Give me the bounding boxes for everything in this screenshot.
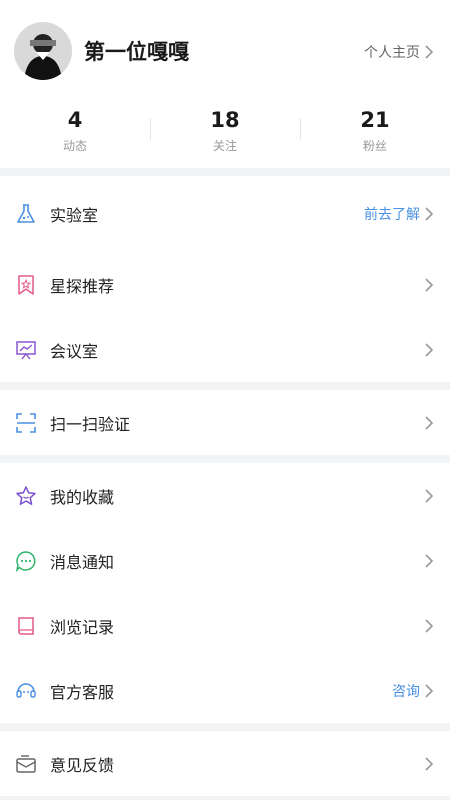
- menu-item-history[interactable]: 浏览记录: [0, 593, 450, 658]
- menu-item-customer-service[interactable]: 官方客服 咨询: [0, 658, 450, 723]
- stat-following[interactable]: 18 关注: [150, 108, 300, 156]
- menu-item-star-scout-label: 星探推荐: [50, 276, 115, 296]
- menu-item-messages[interactable]: 消息通知: [0, 528, 450, 593]
- menu-item-history-label: 浏览记录: [50, 617, 115, 637]
- menu-item-favorites[interactable]: 我的收藏: [0, 463, 450, 528]
- stat-posts-value: 4: [67, 108, 83, 132]
- stats-bar: 4 动态 18 关注 21 粉丝: [0, 108, 450, 156]
- stat-following-value: 18: [210, 108, 240, 132]
- book-icon: [14, 614, 38, 638]
- chevron-right-icon: [425, 553, 434, 568]
- profile-header: 第一位嘎嘎 个人主页 4 动态 18 关注 21 粉丝: [0, 0, 450, 168]
- username: 第一位嘎嘎: [84, 40, 189, 64]
- menu-item-scan-verify[interactable]: 扫一扫验证: [0, 390, 450, 455]
- star-bookmark-icon: [14, 273, 38, 297]
- chevron-right-icon: [425, 488, 434, 503]
- stat-following-label: 关注: [212, 139, 237, 153]
- menu-item-customer-service-label: 官方客服: [50, 682, 115, 702]
- stat-followers[interactable]: 21 粉丝: [300, 108, 450, 156]
- menu-item-favorites-label: 我的收藏: [50, 487, 115, 507]
- menu-group-scan: 扫一扫验证: [0, 390, 450, 455]
- flask-icon: [14, 202, 38, 226]
- stat-posts[interactable]: 4 动态: [0, 108, 150, 156]
- headset-icon: [14, 679, 38, 703]
- chevron-right-icon: [425, 277, 434, 292]
- star-icon: [14, 484, 38, 508]
- feedback-mail-icon: [14, 752, 38, 776]
- chat-bubble-icon: [14, 549, 38, 573]
- chevron-right-icon: [425, 415, 434, 430]
- personal-homepage-label: 个人主页: [364, 45, 420, 61]
- chevron-right-icon: [425, 45, 434, 59]
- consult-link[interactable]: 咨询: [392, 681, 420, 701]
- menu-item-feedback[interactable]: 意见反馈: [0, 731, 450, 796]
- menu-item-meeting-room[interactable]: 会议室: [0, 317, 450, 382]
- scan-icon: [14, 411, 38, 435]
- chevron-right-icon: [425, 207, 434, 221]
- menu-item-lab[interactable]: 实验室 前去了解: [0, 176, 450, 252]
- menu-group-personal: 我的收藏 消息通知 浏览记录 官方客服 咨询: [0, 463, 450, 723]
- stat-followers-value: 21: [360, 108, 390, 132]
- presentation-board-icon: [14, 338, 38, 362]
- personal-homepage-link[interactable]: 个人主页: [364, 42, 434, 62]
- chevron-right-icon: [425, 618, 434, 633]
- stat-posts-label: 动态: [62, 139, 87, 153]
- stat-followers-label: 粉丝: [362, 139, 387, 153]
- menu-item-star-scout[interactable]: 星探推荐: [0, 252, 450, 317]
- menu-item-meeting-room-label: 会议室: [50, 341, 99, 361]
- chevron-right-icon: [425, 756, 434, 771]
- learn-more-link[interactable]: 前去了解: [364, 204, 420, 224]
- menu-item-scan-verify-label: 扫一扫验证: [50, 414, 131, 434]
- menu-group-features: 实验室 前去了解 星探推荐 会议室: [0, 176, 450, 382]
- chevron-right-icon: [425, 342, 434, 357]
- menu-group-feedback: 意见反馈: [0, 731, 450, 796]
- menu-item-lab-label: 实验室: [50, 206, 99, 225]
- menu-item-feedback-label: 意见反馈: [50, 755, 115, 775]
- avatar[interactable]: [14, 22, 72, 80]
- menu-item-messages-label: 消息通知: [50, 552, 115, 572]
- chevron-right-icon: [425, 683, 434, 698]
